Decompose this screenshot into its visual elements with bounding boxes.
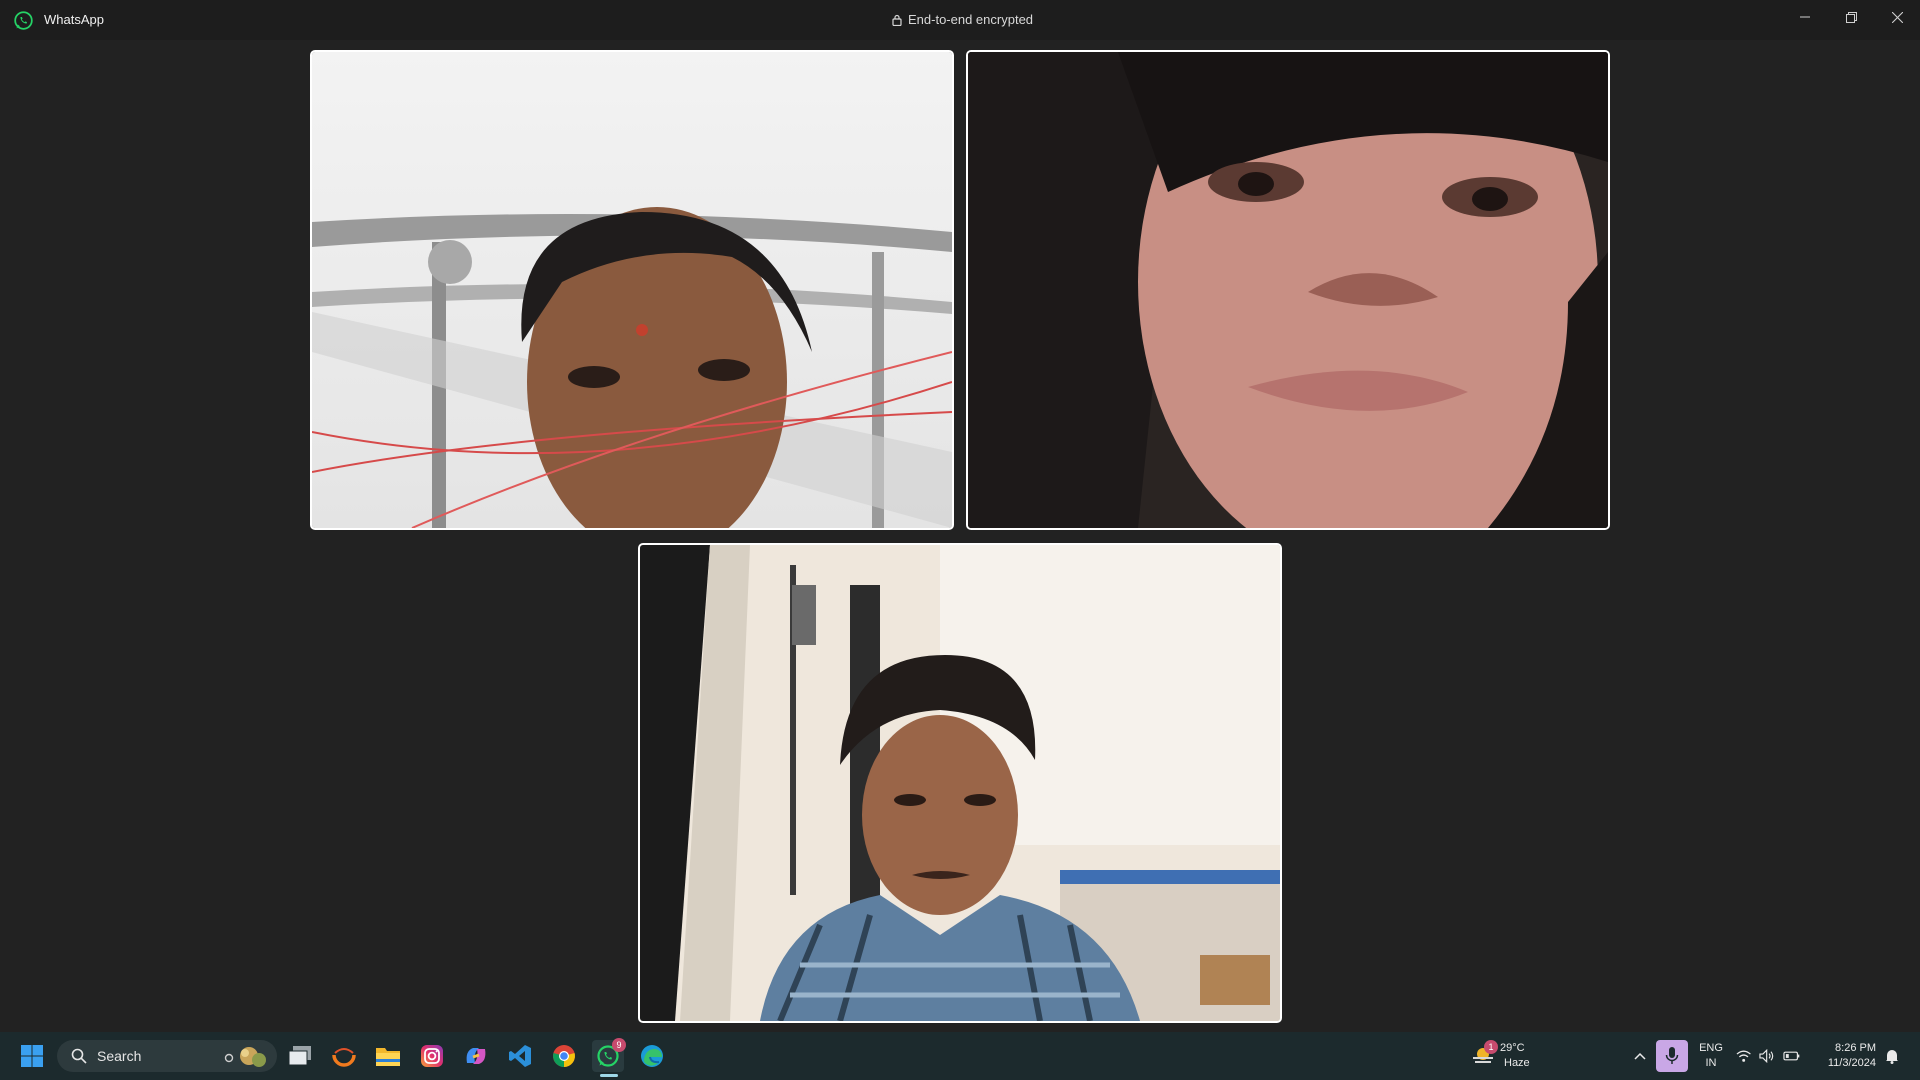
microphone-in-use-button[interactable]	[1656, 1040, 1688, 1072]
close-icon	[1891, 11, 1903, 23]
participant-video-1[interactable]	[310, 50, 954, 530]
microphone-icon	[1665, 1047, 1679, 1064]
vscode-icon	[509, 1045, 531, 1067]
start-button[interactable]	[16, 1040, 48, 1072]
restore-icon	[1845, 11, 1857, 23]
vscode-button[interactable]	[504, 1040, 536, 1072]
participant-video-feed	[968, 52, 1608, 528]
app-title: WhatsApp	[44, 12, 104, 27]
close-button[interactable]	[1874, 0, 1920, 34]
language-indicator[interactable]: ENG IN	[1696, 1041, 1726, 1073]
whatsapp-taskbar-button[interactable]: 9	[592, 1038, 626, 1072]
lock-icon	[892, 14, 902, 26]
language-line-1: ENG	[1699, 1042, 1723, 1054]
language-line-2: IN	[1705, 1057, 1717, 1069]
whatsapp-logo-icon	[14, 11, 33, 30]
task-view-icon	[288, 1046, 311, 1066]
quick-settings[interactable]	[1736, 1044, 1800, 1068]
task-view-button[interactable]	[284, 1040, 316, 1072]
wifi-icon	[1736, 1050, 1751, 1062]
windows-logo-icon	[21, 1045, 43, 1067]
minimize-button[interactable]	[1782, 0, 1828, 34]
whatsapp-unread-badge: 9	[612, 1038, 626, 1052]
instagram-button[interactable]	[416, 1040, 448, 1072]
search-label: Search	[97, 1048, 142, 1064]
copilot-button[interactable]	[460, 1040, 492, 1072]
chrome-button[interactable]	[548, 1040, 580, 1072]
chevron-up-icon	[1634, 1052, 1646, 1060]
notifications-button[interactable]	[1880, 1040, 1904, 1072]
clock-date: 11/3/2024	[1827, 1057, 1876, 1069]
copilot-icon	[466, 1048, 486, 1064]
taskbar-search[interactable]: Search	[57, 1040, 277, 1072]
participant-video-2[interactable]	[966, 50, 1610, 530]
weather-widget[interactable]: 1 29°C Haze	[1468, 1038, 1568, 1074]
file-explorer-icon	[376, 1048, 400, 1066]
firefox-button[interactable]	[328, 1040, 360, 1072]
file-explorer-button[interactable]	[372, 1040, 404, 1072]
encryption-label: End-to-end encrypted	[908, 12, 1034, 27]
chrome-icon	[553, 1045, 575, 1067]
weather-temperature: 29°C	[1500, 1042, 1525, 1054]
encryption-status: End-to-end encrypted	[892, 12, 1033, 27]
participant-video-feed	[640, 545, 1280, 1021]
title-bar: WhatsApp End-to-end encrypted	[0, 0, 1920, 40]
weather-condition: Haze	[1504, 1057, 1530, 1069]
participant-video-feed	[312, 52, 952, 528]
edge-icon	[641, 1045, 663, 1067]
battery-icon	[1783, 1051, 1800, 1061]
taskbar: Search 9 1 29°C Haze ENG IN 8:26 PM 11/3…	[0, 1032, 1920, 1080]
search-icon	[71, 1048, 87, 1064]
instagram-icon	[421, 1045, 443, 1067]
minimize-icon	[1800, 16, 1810, 18]
clock-time: 8:26 PM	[1835, 1042, 1876, 1054]
volume-icon	[1759, 1049, 1774, 1063]
search-highlight-icon	[224, 1047, 266, 1067]
active-app-indicator	[600, 1074, 618, 1077]
firefox-icon	[332, 1048, 356, 1067]
participant-video-3[interactable]	[638, 543, 1282, 1023]
show-hidden-icons-button[interactable]	[1624, 1040, 1656, 1072]
weather-alert-badge: 1	[1484, 1040, 1498, 1054]
restore-button[interactable]	[1828, 0, 1874, 34]
clock[interactable]: 8:26 PM 11/3/2024	[1808, 1041, 1880, 1073]
bell-icon	[1886, 1050, 1898, 1064]
edge-button[interactable]	[636, 1040, 668, 1072]
